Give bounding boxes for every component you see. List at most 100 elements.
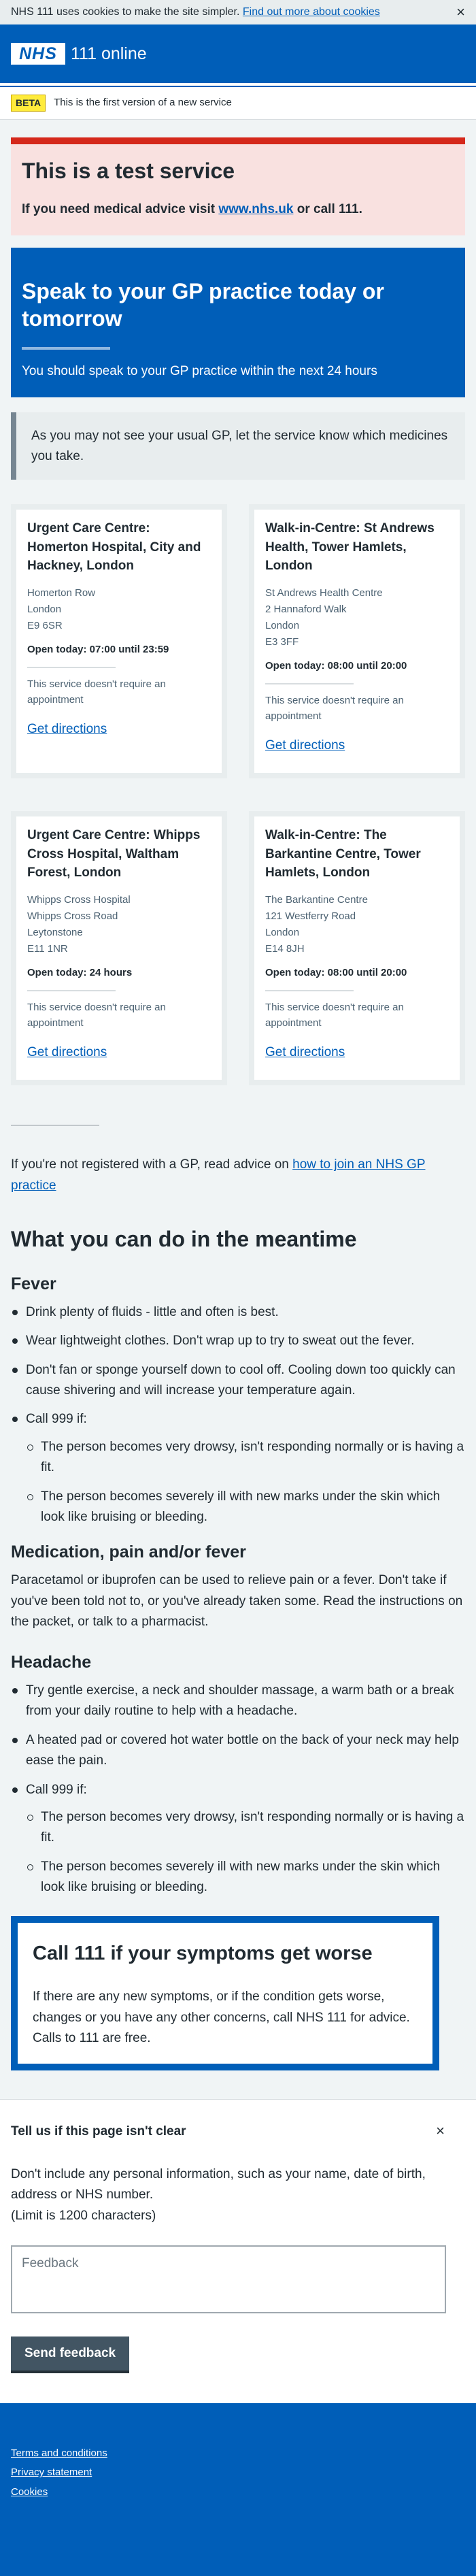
list-item: A heated pad or covered hot water bottle… xyxy=(11,1730,465,1772)
cookie-text: NHS 111 uses cookies to make the site si… xyxy=(11,6,240,18)
feedback-close-icon[interactable]: × xyxy=(436,2120,445,2142)
opening-times: Open today: 24 hours xyxy=(27,966,133,978)
main-content: This is a test service If you need medic… xyxy=(0,137,476,2071)
card-divider xyxy=(27,666,116,668)
nhs-logo[interactable]: NHS xyxy=(11,43,65,65)
headache-advice-list: Try gentle exercise, a neck and shoulder… xyxy=(11,1681,465,1898)
beta-banner: BETA This is the first version of a new … xyxy=(0,87,476,120)
opening-times: Open today: 07:00 until 23:59 xyxy=(27,643,169,655)
opening-times: Open today: 08:00 until 20:00 xyxy=(265,966,407,978)
address-line: London xyxy=(27,603,62,615)
fever-heading: Fever xyxy=(11,1274,56,1294)
service-address: Whipps Cross Hospital Whipps Cross Road … xyxy=(27,892,211,957)
cookie-close-icon[interactable]: × xyxy=(456,5,465,20)
send-feedback-button[interactable]: Send feedback xyxy=(11,2336,130,2371)
list-item: Drink plenty of fluids - little and ofte… xyxy=(11,1302,465,1323)
test-service-text: If you need medical advice visit www.nhs… xyxy=(22,200,454,219)
service-address: Homerton Row London E9 6SR xyxy=(27,585,211,634)
list-item: Call 999 if: The person becomes very dro… xyxy=(11,1780,465,1898)
list-item: Don't fan or sponge yourself down to coo… xyxy=(11,1360,465,1402)
appointment-note: This service doesn't require an appointm… xyxy=(27,678,166,706)
service-address: The Barkantine Centre 121 Westferry Road… xyxy=(265,892,449,957)
card-divider xyxy=(265,989,354,991)
disposition-text: You should speak to your GP practice wit… xyxy=(22,364,377,379)
disposition-title: Speak to your GP practice today or tomor… xyxy=(22,279,384,331)
test-service-text-after: or call 111. xyxy=(296,202,362,217)
medicines-inset-text: As you may not see your usual GP, let th… xyxy=(11,412,465,480)
meantime-heading: What you can do in the meantime xyxy=(11,1227,357,1252)
address-line: E3 3FF xyxy=(265,635,299,648)
feedback-privacy-text: Don't include any personal information, … xyxy=(11,2166,426,2202)
call-111-card: Call 111 if your symptoms get worse If t… xyxy=(11,1915,439,2071)
address-line: Homerton Row xyxy=(27,587,96,599)
list-item: The person becomes severely ill with new… xyxy=(26,1487,465,1528)
service-name: 111 online xyxy=(71,44,147,63)
card-divider xyxy=(27,989,116,991)
address-line: 2 Hannaford Walk xyxy=(265,603,347,615)
address-line: Whipps Cross Road xyxy=(27,910,118,922)
address-line: Whipps Cross Hospital xyxy=(27,893,131,906)
feedback-header: Tell us if this page isn't clear × xyxy=(11,2120,465,2142)
nhs-website-link[interactable]: www.nhs.uk xyxy=(218,202,293,216)
list-item: The person becomes very drowsy, isn't re… xyxy=(26,1437,465,1479)
headache-heading: Headache xyxy=(11,1653,92,1672)
get-directions-link[interactable]: Get directions xyxy=(27,720,107,739)
service-name: Walk-in-Centre: St Andrews Health, Tower… xyxy=(265,521,435,574)
call-999-conditions: The person becomes very drowsy, isn't re… xyxy=(26,1807,465,1898)
address-line: London xyxy=(265,619,300,631)
cookie-info-link[interactable]: Find out more about cookies xyxy=(243,6,380,18)
call-111-title: Call 111 if your symptoms get worse xyxy=(33,1942,373,1964)
test-service-notice: This is a test service If you need medic… xyxy=(11,137,465,236)
appointment-note: This service doesn't require an appointm… xyxy=(265,1001,404,1029)
address-line: Leytonstone xyxy=(27,926,83,938)
address-line: E9 6SR xyxy=(27,619,63,631)
gp-registration-intro: If you're not registered with a GP, read… xyxy=(11,1157,289,1172)
address-line: E11 1NR xyxy=(27,942,68,955)
call-999-conditions: The person becomes very drowsy, isn't re… xyxy=(26,1437,465,1528)
cookie-banner: NHS 111 uses cookies to make the site si… xyxy=(0,0,476,24)
beta-tag: BETA xyxy=(11,95,46,112)
address-line: London xyxy=(265,926,300,938)
feedback-panel: Tell us if this page isn't clear × Don't… xyxy=(0,2099,476,2403)
address-line: St Andrews Health Centre xyxy=(265,587,383,599)
get-directions-link[interactable]: Get directions xyxy=(265,1043,345,1062)
terms-link[interactable]: Terms and conditions xyxy=(11,2444,465,2464)
medication-heading: Medication, pain and/or fever xyxy=(11,1542,246,1562)
address-line: E14 8JH xyxy=(265,942,305,955)
list-item: Try gentle exercise, a neck and shoulder… xyxy=(11,1681,465,1722)
site-footer: Terms and conditions Privacy statement C… xyxy=(0,2405,476,2576)
privacy-link[interactable]: Privacy statement xyxy=(11,2463,465,2483)
address-line: 121 Westferry Road xyxy=(265,910,356,922)
disposition-card: Speak to your GP practice today or tomor… xyxy=(11,248,465,398)
cookie-message: NHS 111 uses cookies to make the site si… xyxy=(11,4,380,20)
gp-registration-text: If you're not registered with a GP, read… xyxy=(11,1155,465,1196)
list-item: Wear lightweight clothes. Don't wrap up … xyxy=(11,1331,465,1351)
disposition-divider xyxy=(22,347,110,350)
service-card: Walk-in-Centre: The Barkantine Centre, T… xyxy=(249,811,465,1086)
address-line: The Barkantine Centre xyxy=(265,893,368,906)
site-header: NHS 111 online xyxy=(0,24,476,83)
feedback-title: Tell us if this page isn't clear xyxy=(11,2124,186,2139)
card-divider xyxy=(265,682,354,684)
get-directions-link[interactable]: Get directions xyxy=(265,736,345,755)
appointment-note: This service doesn't require an appointm… xyxy=(27,1001,166,1029)
feedback-input[interactable] xyxy=(11,2245,446,2313)
list-item: Call 999 if: The person becomes very dro… xyxy=(11,1409,465,1528)
call-111-text: If there are any new symptoms, or if the… xyxy=(33,1989,410,2045)
fever-advice-list: Drink plenty of fluids - little and ofte… xyxy=(11,1302,465,1528)
section-divider xyxy=(11,1125,99,1127)
call-999-label: Call 999 if: xyxy=(26,1782,87,1797)
services-list: Urgent Care Centre: Homerton Hospital, C… xyxy=(11,504,465,1086)
service-address: St Andrews Health Centre 2 Hannaford Wal… xyxy=(265,585,449,650)
call-999-label: Call 999 if: xyxy=(26,1412,87,1427)
cookies-link[interactable]: Cookies xyxy=(11,2483,465,2503)
test-service-text-before: If you need medical advice visit xyxy=(22,202,216,217)
service-name: Urgent Care Centre: Whipps Cross Hospita… xyxy=(27,828,201,880)
appointment-note: This service doesn't require an appointm… xyxy=(265,694,404,723)
beta-text: This is the first version of a new servi… xyxy=(54,97,232,109)
get-directions-link[interactable]: Get directions xyxy=(27,1043,107,1062)
feedback-instructions: Don't include any personal information, … xyxy=(11,2164,465,2226)
service-name: Walk-in-Centre: The Barkantine Centre, T… xyxy=(265,828,421,880)
list-item: The person becomes severely ill with new… xyxy=(26,1857,465,1898)
service-name: Urgent Care Centre: Homerton Hospital, C… xyxy=(27,521,201,574)
